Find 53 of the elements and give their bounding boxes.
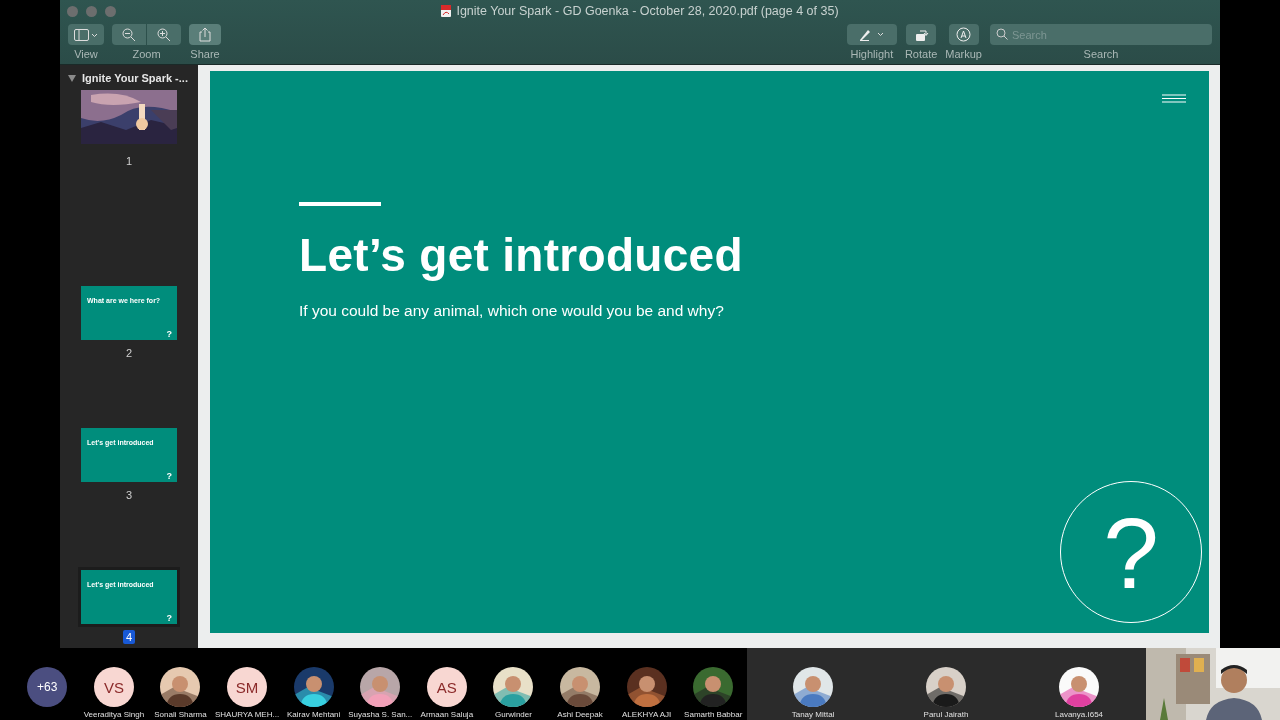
toolbar-label: Search bbox=[1083, 48, 1119, 60]
more-participants-badge[interactable]: +63 bbox=[27, 667, 68, 707]
slide-title: Let’s get introduced bbox=[299, 228, 743, 282]
participant-name: Samarth Babbar bbox=[684, 710, 743, 720]
pdf-file-icon bbox=[441, 5, 452, 17]
pen-icon bbox=[858, 28, 885, 41]
participant-name: SHAURYA MEH... bbox=[215, 710, 280, 720]
menu-icon[interactable] bbox=[1162, 94, 1186, 103]
toolbar-label: View bbox=[74, 48, 98, 60]
participant-name: Veeraditya Singh bbox=[83, 710, 145, 720]
page-number[interactable]: 1 bbox=[122, 154, 136, 168]
toolbar-label: Zoom bbox=[132, 48, 161, 60]
participant-name: Suyasha S. San... bbox=[348, 710, 413, 720]
document-title[interactable]: Ignite Your Spark -... bbox=[82, 72, 188, 84]
participant-name: Lavanya.I654 bbox=[1055, 710, 1104, 720]
page-number[interactable]: 3 bbox=[122, 488, 136, 502]
avatar-initials: VS bbox=[93, 667, 134, 707]
zoom-out-button[interactable] bbox=[112, 24, 146, 45]
share-button[interactable] bbox=[189, 24, 221, 45]
participant-name: Kairav Mehtani bbox=[287, 710, 341, 720]
markup-button[interactable] bbox=[948, 24, 979, 45]
share-icon bbox=[199, 27, 211, 42]
participant-name: Armaan Saluja bbox=[420, 710, 474, 720]
question-mark-icon: ? bbox=[166, 330, 172, 339]
slide-subtitle: If you could be any animal, which one would you be and why? bbox=[299, 302, 724, 320]
toolbar-label: Markup bbox=[945, 48, 982, 60]
avatar-initials: AS bbox=[426, 667, 467, 707]
toolbar-label: Highlight bbox=[850, 48, 894, 60]
question-mark-icon: ? bbox=[166, 472, 172, 481]
markup-icon bbox=[956, 27, 972, 42]
view-button[interactable] bbox=[68, 24, 104, 45]
highlight-button[interactable] bbox=[846, 24, 897, 45]
rotate-button[interactable] bbox=[906, 24, 937, 45]
participant-name: Ashi Deepak bbox=[557, 710, 603, 720]
participant-name: Tanay Mittal bbox=[791, 710, 835, 720]
sidebar-icon bbox=[74, 28, 98, 41]
zoom-in-button[interactable] bbox=[147, 24, 181, 45]
participant-name: ALEKHYA AJI bbox=[622, 710, 672, 720]
participant-name: Gurwinder bbox=[495, 710, 532, 720]
zoom-in-icon bbox=[157, 27, 171, 42]
avatar-initials: SM bbox=[227, 667, 268, 707]
participant-name: Sonali Sharma bbox=[154, 710, 207, 720]
page-number[interactable]: 2 bbox=[122, 346, 136, 360]
window-title: Ignite Your Spark - GD Goenka - October 28, 2020.pdf (page 4 of 35) bbox=[456, 4, 839, 18]
toolbar-label: Rotate bbox=[904, 48, 938, 60]
rotate-icon bbox=[913, 27, 929, 42]
question-mark-icon: ? bbox=[166, 614, 172, 623]
page-number[interactable]: 4 bbox=[122, 630, 136, 644]
toolbar-label: Share bbox=[190, 48, 220, 60]
participant-name: Parul Jairath bbox=[923, 710, 969, 720]
disclosure-triangle-icon[interactable] bbox=[68, 74, 76, 82]
search-icon bbox=[996, 28, 1008, 40]
zoom-out-icon bbox=[122, 27, 136, 42]
